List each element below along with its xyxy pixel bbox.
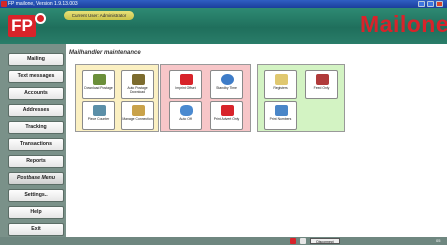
imprint-offset-icon	[180, 74, 193, 85]
connection-icon	[132, 105, 145, 116]
auto-off-tile[interactable]: Auto Off	[169, 101, 202, 130]
machine-settings-group: Imprint Offset Standby Time Auto Off Pri…	[160, 64, 251, 132]
postage-group: Download Postage Auto Postage Download P…	[75, 64, 159, 132]
nav-help-button[interactable]: Help	[8, 206, 64, 219]
tile-label: Print Advert Only	[213, 117, 240, 121]
imprint-offset-tile[interactable]: Imprint Offset	[169, 70, 202, 99]
print-numbers-icon	[275, 105, 288, 116]
current-user-banner: Current User: Administrator	[64, 11, 134, 20]
manage-connection-tile[interactable]: Manage Connection	[121, 101, 154, 130]
fp-logo: FP	[8, 11, 48, 39]
tray-status-icon[interactable]	[300, 238, 306, 244]
minimize-button[interactable]	[418, 1, 425, 7]
tile-label: Download Postage	[84, 86, 113, 90]
page-title: Mailhandler maintenance	[69, 50, 141, 56]
taskbar-end-text: 05	[436, 238, 441, 243]
standby-time-tile[interactable]: Standby Time	[210, 70, 243, 99]
feed-only-icon	[316, 74, 329, 85]
fp-advert-icon	[221, 105, 234, 116]
nav-settings-button[interactable]: Settings..	[8, 189, 64, 202]
clock-icon	[221, 74, 234, 85]
nav-accounts-button[interactable]: Accounts	[8, 87, 64, 100]
registers-icon	[275, 74, 288, 85]
download-postage-icon	[93, 74, 106, 85]
tile-label: Auto Off	[179, 117, 192, 121]
tile-label: Registers	[273, 86, 288, 90]
registers-tile[interactable]: Registers	[264, 70, 297, 99]
nav-transactions-button[interactable]: Transactions	[8, 138, 64, 151]
disconnect-button[interactable]: Disconnect	[310, 238, 340, 244]
feed-only-tile[interactable]: Feed Only	[305, 70, 338, 99]
piece-counter-icon	[93, 105, 106, 116]
taskbar: Disconnect 05	[0, 237, 447, 245]
tile-label: Manage Connection	[122, 117, 153, 121]
nav-exit-button[interactable]: Exit	[8, 223, 64, 236]
piece-counter-tile[interactable]: Piece Counter	[82, 101, 115, 130]
nav-tracking-button[interactable]: Tracking	[8, 121, 64, 134]
nav-text-messages-button[interactable]: Text messages	[8, 70, 64, 83]
title-bar: FP mailone, Version 1.9.13.003	[0, 0, 447, 8]
download-postage-tile[interactable]: Download Postage	[82, 70, 115, 99]
maximize-button[interactable]	[427, 1, 434, 7]
print-numbers-tile[interactable]: Print Numbers	[264, 101, 297, 130]
app-icon	[1, 1, 7, 7]
nav-addresses-button[interactable]: Addresses	[8, 104, 64, 117]
sidebar: Mailing Text messages Accounts Addresses…	[0, 44, 66, 237]
tray-app-icon[interactable]	[290, 238, 296, 244]
tile-label: Piece Counter	[87, 117, 110, 121]
tile-label: Feed Only	[313, 86, 330, 90]
close-button[interactable]	[436, 1, 443, 7]
print-advert-only-tile[interactable]: Print Advert Only	[210, 101, 243, 130]
auto-download-icon	[132, 74, 145, 85]
tile-label: Print Numbers	[269, 117, 292, 121]
nav-reports-button[interactable]: Reports	[8, 155, 64, 168]
app-header: FP Current User: Administrator Mailone	[0, 8, 447, 44]
nav-mailing-button[interactable]: Mailing	[8, 53, 64, 66]
window-title: FP mailone, Version 1.9.13.003	[8, 1, 78, 7]
auto-postage-download-tile[interactable]: Auto Postage Download	[121, 70, 154, 99]
tile-label: Standby Time	[216, 86, 237, 90]
registers-group: Registers Feed Only Print Numbers	[257, 64, 345, 132]
tile-label: Imprint Offset	[175, 86, 196, 90]
brand-logo-text: Mailone	[360, 11, 447, 37]
nav-postbase-menu-button[interactable]: Postbase Menu	[8, 172, 64, 185]
auto-off-icon	[180, 105, 193, 116]
tile-label: Auto Postage Download	[127, 86, 148, 94]
main-panel: Mailhandler maintenance Download Postage…	[66, 44, 447, 237]
